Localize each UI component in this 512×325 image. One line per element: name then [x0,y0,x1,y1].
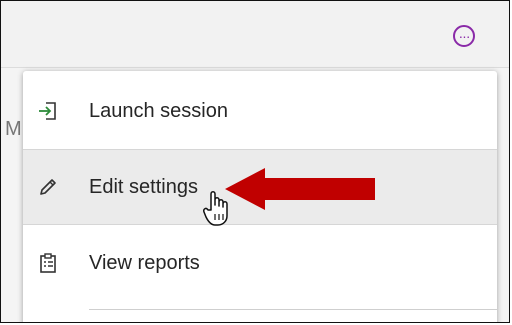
menu-item-launch-session[interactable]: Launch session [23,73,497,149]
more-options-button[interactable]: ··· [453,25,475,47]
menu-item-label: View reports [89,251,200,274]
hand-pointer-icon [203,191,228,226]
clipboard-report-icon [37,252,59,274]
top-bar: ··· [1,1,509,68]
enter-session-icon [37,100,59,122]
background-partial-text: M [5,118,22,140]
pencil-icon [37,176,59,198]
more-horizontal-icon: ··· [458,28,471,44]
menu-item-label: Edit settings [89,175,198,198]
app-frame: ··· M Launch session Edit settings View … [0,0,510,323]
menu-item-view-reports[interactable]: View reports [23,225,497,301]
menu-item-label: Launch session [89,99,228,122]
annotation-arrow-icon [225,168,375,210]
menu-divider [89,309,497,310]
